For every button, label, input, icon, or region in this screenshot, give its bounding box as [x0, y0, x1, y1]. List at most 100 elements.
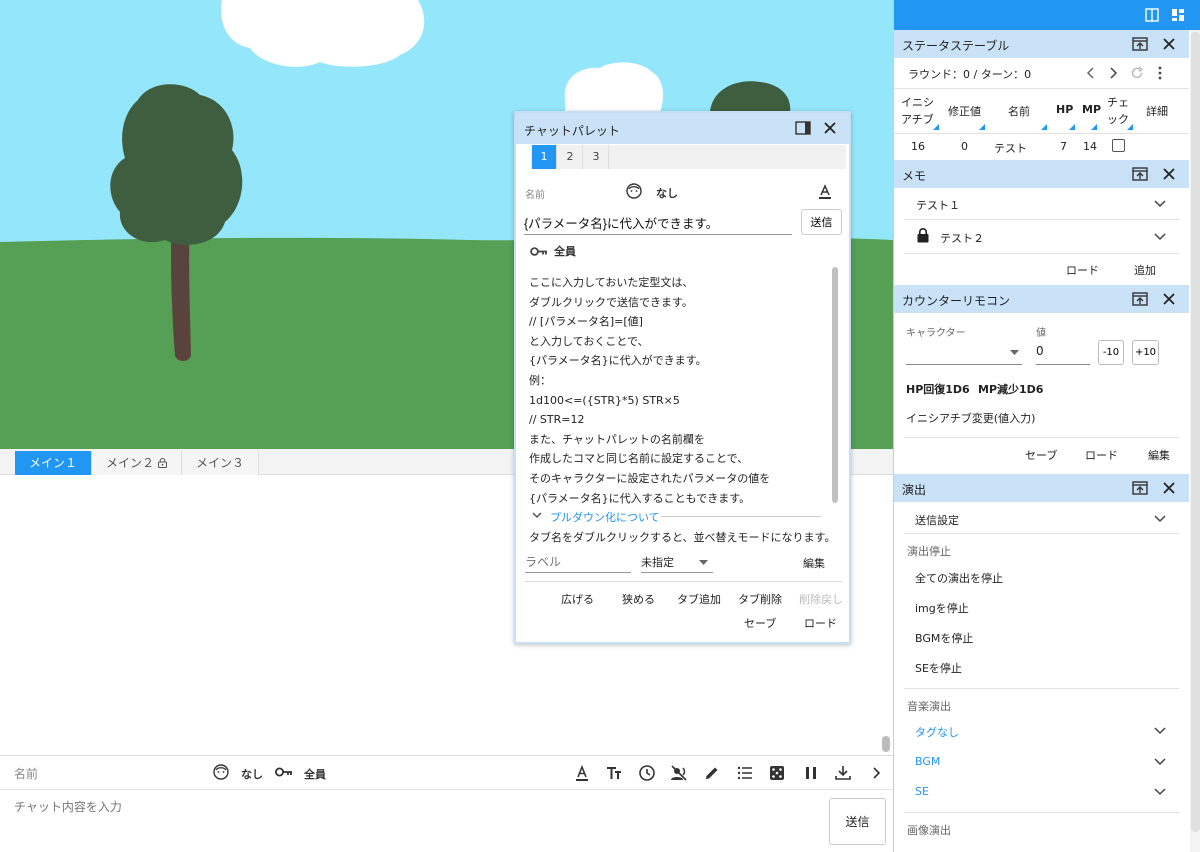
column-mp[interactable]: MP	[1082, 103, 1101, 116]
effects-header[interactable]: 演出	[894, 474, 1189, 502]
key-icon[interactable]	[275, 766, 293, 778]
stop-img-button[interactable]: imgを停止	[915, 600, 969, 616]
clock-icon[interactable]	[638, 764, 656, 782]
palette-edit-button[interactable]: 編集	[803, 555, 825, 571]
more-vertical-icon[interactable]	[1157, 66, 1163, 80]
cell-hp[interactable]: 7	[1060, 140, 1067, 153]
chevron-down-icon[interactable]	[1154, 233, 1166, 241]
hp-recover-button[interactable]: HP回復1D6	[906, 381, 970, 397]
value-input[interactable]: 0	[1036, 344, 1090, 365]
pop-out-icon[interactable]	[1132, 166, 1148, 182]
chat-name-label[interactable]: 名前	[14, 765, 38, 782]
column-modifier[interactable]: 修正値	[948, 103, 981, 119]
pop-out-icon[interactable]	[1132, 291, 1148, 307]
mp-reduce-button[interactable]: MP減少1D6	[978, 381, 1043, 397]
music-bgm[interactable]: BGM	[915, 755, 940, 768]
expand-button[interactable]: 広げる	[561, 591, 594, 607]
narrow-button[interactable]: 狭める	[622, 591, 655, 607]
cell-name[interactable]: テスト	[994, 140, 1027, 156]
palette-message-input[interactable]	[524, 210, 792, 235]
pencil-icon[interactable]	[703, 764, 721, 782]
chat-palette-window[interactable]: チャットパレット 1 2 3 名前 なし 送信 全員 ここに入力しておいた定型文…	[514, 111, 851, 644]
memo-item[interactable]: テスト１	[916, 197, 960, 213]
palette-line[interactable]: ダブルクリックで送信できます。	[529, 293, 834, 313]
stop-se-button[interactable]: SEを停止	[915, 660, 962, 676]
cell-modifier[interactable]: 0	[961, 140, 968, 153]
palette-line[interactable]: 作成したコマと同じ名前に設定することで、	[529, 449, 834, 469]
stop-bgm-button[interactable]: BGMを停止	[915, 630, 973, 646]
counter-edit-button[interactable]: 編集	[1148, 447, 1170, 463]
next-icon[interactable]	[1108, 67, 1118, 79]
palette-tab-2[interactable]: 2	[558, 145, 583, 169]
chevron-down-icon[interactable]	[1154, 727, 1166, 735]
initiative-change-button[interactable]: イニシアチブ変更(値入力)	[906, 410, 1035, 426]
stop-all-effects-button[interactable]: 全ての演出を停止	[915, 570, 1003, 586]
save-button[interactable]: セーブ	[744, 615, 776, 631]
text-size-icon[interactable]	[605, 764, 623, 782]
pop-out-icon[interactable]	[1132, 480, 1148, 496]
palette-tab-1[interactable]: 1	[532, 145, 557, 169]
cell-mp[interactable]: 14	[1083, 140, 1097, 153]
palette-line[interactable]: タブ名をダブルクリックすると、並べ替えモードになります。	[529, 529, 835, 545]
counter-save-button[interactable]: セーブ	[1025, 447, 1057, 463]
palette-send-button[interactable]: 送信	[801, 209, 842, 235]
previous-icon[interactable]	[1086, 67, 1096, 79]
palette-name-label[interactable]: 名前	[525, 186, 545, 201]
add-tab-button[interactable]: タブ追加	[677, 591, 721, 607]
palette-line[interactable]: // [パラメータ名]=[値]	[529, 312, 834, 332]
close-icon[interactable]	[1161, 480, 1177, 496]
column-name[interactable]: 名前	[1008, 103, 1030, 119]
chat-log-scrollbar[interactable]	[882, 736, 890, 752]
list-icon[interactable]	[736, 764, 754, 782]
palette-line[interactable]: // STR=12	[529, 410, 834, 430]
memo-item[interactable]: テスト２	[940, 230, 984, 246]
chevron-down-icon[interactable]	[532, 512, 542, 519]
palette-line[interactable]: 1d100<=({STR}*5) STR×5	[529, 391, 834, 411]
minus-10-button[interactable]: -10	[1098, 340, 1124, 365]
chat-palette-header[interactable]: チャットパレット	[516, 113, 849, 144]
palette-line[interactable]: また、チャットパレットの名前欄を	[529, 430, 834, 450]
cell-initiative[interactable]: 16	[911, 140, 925, 153]
pop-out-icon[interactable]	[1132, 36, 1148, 52]
column-detail[interactable]: 詳細	[1146, 103, 1168, 119]
palette-color-select[interactable]: 未指定	[641, 551, 713, 573]
split-view-icon[interactable]	[1145, 8, 1159, 22]
load-button[interactable]: ロード	[804, 615, 837, 631]
close-icon[interactable]	[1161, 36, 1177, 52]
chevron-down-icon[interactable]	[1154, 788, 1166, 796]
voice-off-icon[interactable]	[670, 764, 688, 782]
send-settings-toggle[interactable]: 送信設定	[915, 512, 959, 528]
close-icon[interactable]	[1161, 291, 1177, 307]
tab-main-1[interactable]: メイン１	[15, 451, 92, 475]
pause-icon[interactable]	[802, 764, 820, 782]
palette-line[interactable]: そのキャラクターに設定されたパラメータの値を	[529, 469, 834, 489]
memo-load-button[interactable]: ロード	[1066, 262, 1099, 278]
check-checkbox[interactable]	[1112, 139, 1125, 152]
chevron-down-icon[interactable]	[1154, 758, 1166, 766]
tab-main-3[interactable]: メイン３	[182, 451, 259, 475]
palette-label-input[interactable]	[525, 551, 631, 573]
close-icon[interactable]	[824, 122, 836, 134]
palette-line[interactable]: ここに入力しておいた定型文は、	[529, 273, 834, 293]
palette-line[interactable]: 例：	[529, 371, 834, 391]
music-tag-none[interactable]: タグなし	[915, 724, 959, 740]
font-color-icon[interactable]	[573, 764, 591, 782]
character-select[interactable]	[906, 344, 1022, 365]
undo-delete-button[interactable]: 削除戻し	[799, 591, 843, 607]
plus-10-button[interactable]: +10	[1132, 340, 1159, 365]
key-icon[interactable]	[530, 246, 548, 257]
dashboard-icon[interactable]	[1171, 8, 1185, 22]
palette-line[interactable]: {パラメータ名}に代入することもできます。	[529, 489, 834, 509]
chevron-right-icon[interactable]	[867, 764, 885, 782]
status-table-header[interactable]: ステータステーブル	[894, 30, 1189, 58]
palette-line[interactable]: {パラメータ名}に代入ができます。	[529, 351, 834, 371]
sidebar-scrollbar[interactable]	[1191, 32, 1200, 832]
face-icon[interactable]	[213, 764, 229, 780]
chat-message-input[interactable]	[14, 800, 794, 814]
download-icon[interactable]	[834, 764, 852, 782]
dock-icon[interactable]	[795, 121, 811, 135]
memo-header[interactable]: メモ	[894, 160, 1189, 188]
dice-icon[interactable]	[768, 764, 786, 782]
column-hp[interactable]: HP	[1056, 103, 1073, 116]
counter-load-button[interactable]: ロード	[1085, 447, 1118, 463]
